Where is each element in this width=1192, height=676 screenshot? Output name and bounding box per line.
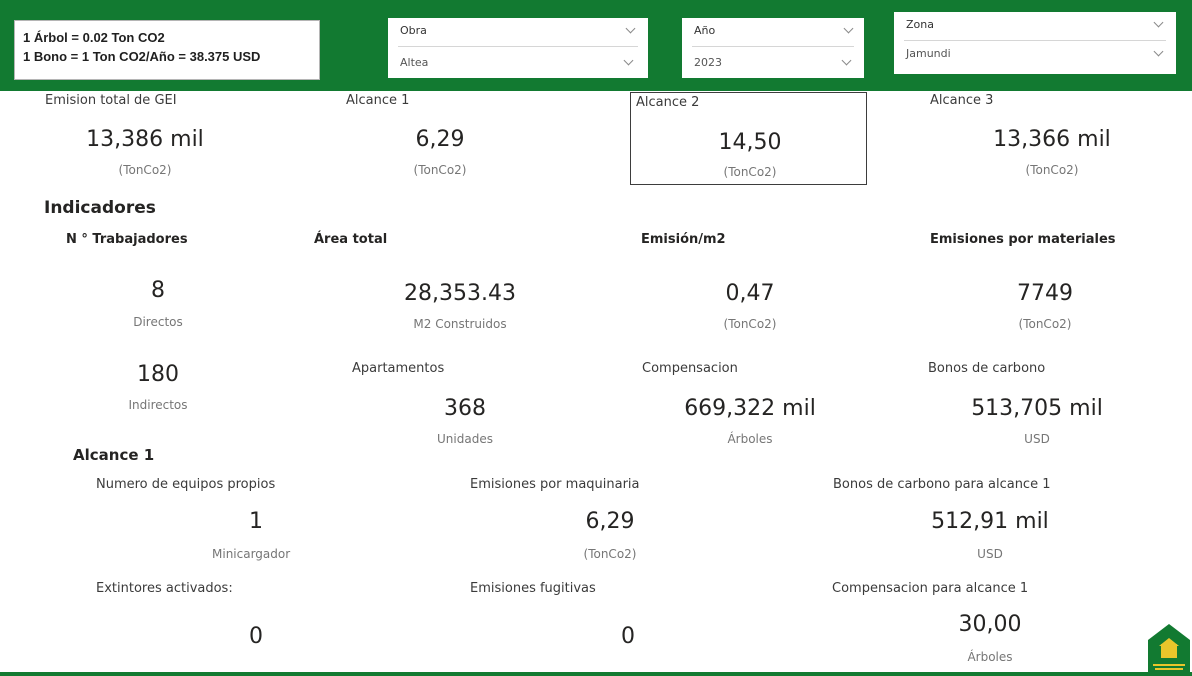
fugitivas-value: 0 bbox=[621, 624, 635, 649]
materiales-unit: (TonCo2) bbox=[1018, 317, 1072, 331]
obra-slicer-title: Obra bbox=[400, 24, 427, 37]
trabajadores-label: N ° Trabajadores bbox=[66, 232, 188, 247]
bonos-value: 513,705 mil bbox=[971, 396, 1103, 421]
alcance2-unit: (TonCo2) bbox=[723, 165, 777, 179]
apartamentos-label: Apartamentos bbox=[352, 361, 445, 376]
compensacion-label: Compensacion bbox=[642, 361, 738, 376]
emision-m2-value: 0,47 bbox=[725, 281, 775, 306]
materiales-value: 7749 bbox=[1017, 281, 1073, 306]
trabajadores-directos-value: 8 bbox=[151, 278, 165, 303]
slicer-divider bbox=[692, 46, 854, 47]
compensacion-value: 669,322 mil bbox=[684, 396, 816, 421]
emision-m2-label: Emisión/m2 bbox=[641, 232, 726, 247]
area-unit: M2 Construidos bbox=[413, 317, 507, 331]
slicer-divider bbox=[904, 40, 1166, 41]
chevron-down-icon[interactable] bbox=[843, 23, 854, 34]
alcance1-label: Alcance 1 bbox=[346, 93, 410, 108]
apartamentos-unit: Unidades bbox=[437, 432, 493, 446]
total-emission-label: Emision total de GEI bbox=[45, 93, 177, 108]
alcance2-value: 14,50 bbox=[718, 130, 782, 155]
trabajadores-indirectos-value: 180 bbox=[137, 362, 179, 387]
conversion-bond: 1 Bono = 1 Ton CO2/Año = 38.375 USD bbox=[23, 49, 261, 64]
alcance3-unit: (TonCo2) bbox=[1025, 163, 1079, 177]
apartamentos-value: 368 bbox=[444, 396, 486, 421]
materiales-label: Emisiones por materiales bbox=[930, 232, 1116, 247]
bolivar-logo-icon bbox=[1148, 624, 1190, 674]
indicadores-heading: Indicadores bbox=[44, 198, 156, 218]
area-label: Área total bbox=[314, 232, 388, 247]
alcance1-heading: Alcance 1 bbox=[73, 446, 155, 464]
compensacion-a1-label: Compensacion para alcance 1 bbox=[832, 581, 1029, 596]
extintores-label: Extintores activados: bbox=[96, 581, 233, 596]
extintores-value: 0 bbox=[249, 624, 263, 649]
slicer-divider bbox=[398, 46, 638, 47]
equipos-label: Numero de equipos propios bbox=[96, 477, 276, 492]
compensacion-unit: Árboles bbox=[727, 432, 773, 446]
trabajadores-directos-unit: Directos bbox=[133, 315, 183, 329]
bonos-a1-label: Bonos de carbono para alcance 1 bbox=[833, 477, 1051, 492]
emision-m2-unit: (TonCo2) bbox=[723, 317, 777, 331]
alcance1-value: 6,29 bbox=[415, 127, 465, 152]
anio-slicer[interactable]: Año 2023 bbox=[682, 18, 864, 78]
chevron-down-icon[interactable] bbox=[623, 55, 634, 66]
chevron-down-icon[interactable] bbox=[1153, 17, 1164, 28]
total-emission-unit: (TonCo2) bbox=[118, 163, 172, 177]
anio-slicer-title: Año bbox=[694, 24, 716, 37]
zona-slicer[interactable]: Zona Jamundi bbox=[894, 12, 1176, 74]
alcance3-value: 13,366 mil bbox=[993, 127, 1111, 152]
alcance2-label: Alcance 2 bbox=[636, 95, 700, 110]
compensacion-a1-value: 30,00 bbox=[958, 612, 1022, 637]
chevron-down-icon[interactable] bbox=[841, 55, 852, 66]
alcance1-unit: (TonCo2) bbox=[413, 163, 467, 177]
chevron-down-icon[interactable] bbox=[1153, 46, 1164, 57]
bonos-unit: USD bbox=[1024, 432, 1050, 446]
zona-selected-value[interactable]: Jamundi bbox=[906, 47, 951, 60]
fugitivas-label: Emisiones fugitivas bbox=[470, 581, 596, 596]
maquinaria-unit: (TonCo2) bbox=[583, 547, 637, 561]
equipos-value: 1 bbox=[249, 509, 263, 534]
bonos-label: Bonos de carbono bbox=[928, 361, 1046, 376]
maquinaria-value: 6,29 bbox=[585, 509, 635, 534]
bottom-accent-line bbox=[0, 672, 1192, 676]
obra-slicer[interactable]: Obra Altea bbox=[388, 18, 648, 78]
compensacion-a1-unit: Árboles bbox=[967, 650, 1013, 664]
trabajadores-indirectos-unit: Indirectos bbox=[128, 398, 188, 412]
anio-selected-value[interactable]: 2023 bbox=[694, 56, 722, 69]
zona-slicer-title: Zona bbox=[906, 18, 934, 31]
bonos-a1-value: 512,91 mil bbox=[931, 509, 1049, 534]
conversion-info-box: 1 Árbol = 0.02 Ton CO2 1 Bono = 1 Ton CO… bbox=[14, 20, 320, 80]
conversion-tree: 1 Árbol = 0.02 Ton CO2 bbox=[23, 30, 165, 45]
maquinaria-label: Emisiones por maquinaria bbox=[470, 477, 640, 492]
bonos-a1-unit: USD bbox=[977, 547, 1003, 561]
alcance3-label: Alcance 3 bbox=[930, 93, 994, 108]
area-value: 28,353.43 bbox=[404, 281, 516, 306]
equipos-unit: Minicargador bbox=[212, 547, 291, 561]
total-emission-value: 13,386 mil bbox=[86, 127, 204, 152]
chevron-down-icon[interactable] bbox=[625, 23, 636, 34]
obra-selected-value[interactable]: Altea bbox=[400, 56, 428, 69]
